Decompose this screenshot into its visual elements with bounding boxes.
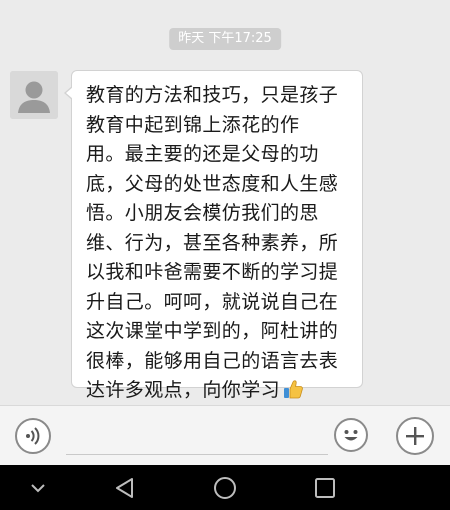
recents-icon [315,478,335,498]
message-line: 升自己。呵呵，就说说自己在 [86,290,339,313]
default-avatar-icon [10,71,58,119]
recents-button[interactable] [312,475,338,501]
more-button[interactable] [396,417,434,455]
home-icon [214,477,236,499]
plus-icon [406,427,424,445]
timestamp: 昨天 下午17:25 [169,28,281,50]
message-line: 悟。小朋友会模仿我们的思 [86,202,319,224]
message-line: 用。最主要的还是父母的功 [86,143,319,165]
sender-avatar[interactable] [10,71,58,119]
message-input[interactable] [66,418,328,455]
message-line: 这次课堂中学到的，阿杜讲的 [86,320,339,342]
message-line: 以我和咔爸需要不断的学习提 [86,261,339,283]
message-line: 很棒，能够用自己的语言去表 [86,349,339,372]
chevron-down-icon [31,484,45,493]
emoji-button[interactable] [334,418,368,452]
message-line-text: 达许多观点，向你学习 [86,379,281,401]
smiley-icon [344,430,358,441]
chat-area[interactable]: 昨天 下午17:25 教育的方法和技巧，只是孩子 教育中起到锦上添花的作 用。最… [0,0,450,405]
chat-screen: 昨天 下午17:25 教育的方法和技巧，只是孩子 教育中起到锦上添花的作 用。最… [0,0,450,510]
message-line: 教育的方法和技巧，只是孩子 [86,84,339,106]
back-icon [116,478,133,498]
back-button[interactable] [112,475,138,501]
message-line: 维、行为，甚至各种素养，所 [86,231,339,254]
input-bar [0,405,450,465]
voice-icon [26,427,40,445]
system-nav-bar [0,465,450,510]
message-line: 教育中起到锦上添花的作 [86,113,300,136]
hide-keyboard-button[interactable] [25,475,51,501]
voice-button[interactable] [15,418,51,454]
home-button[interactable] [212,475,238,501]
message-bubble[interactable]: 教育的方法和技巧，只是孩子 教育中起到锦上添花的作 用。最主要的还是父母的功 底… [64,70,363,401]
message-line: 底，父母的处世态度和人生感 [86,172,339,195]
